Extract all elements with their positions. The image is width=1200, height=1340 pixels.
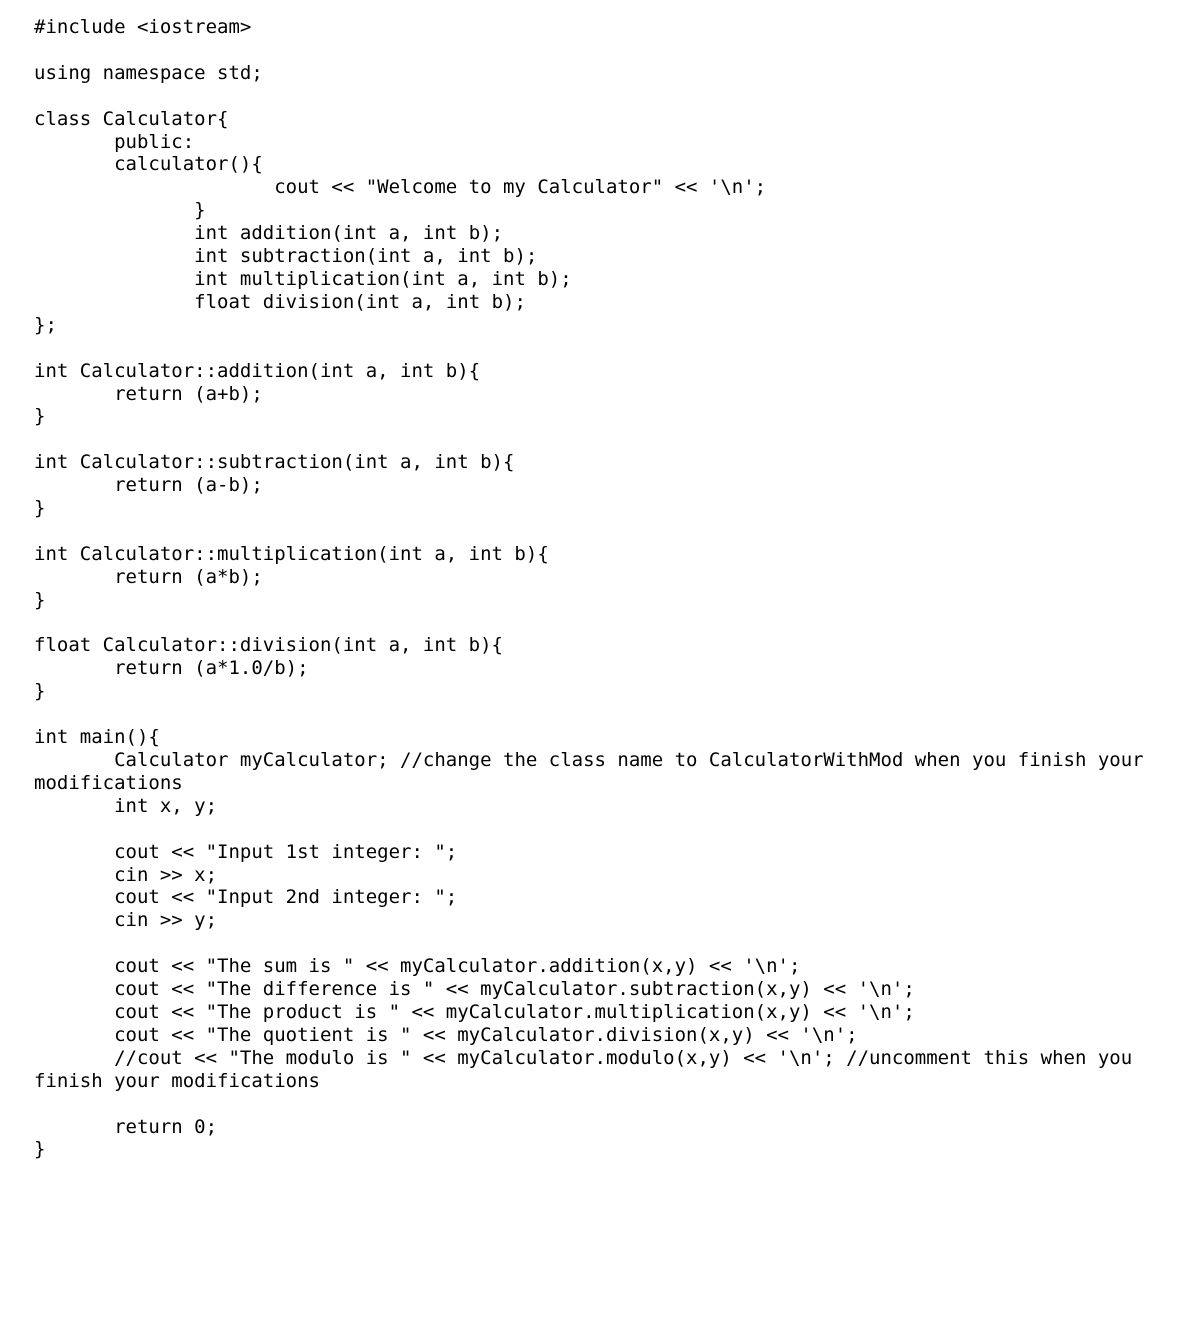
code-block: #include <iostream> using namespace std;… — [0, 0, 1200, 1177]
